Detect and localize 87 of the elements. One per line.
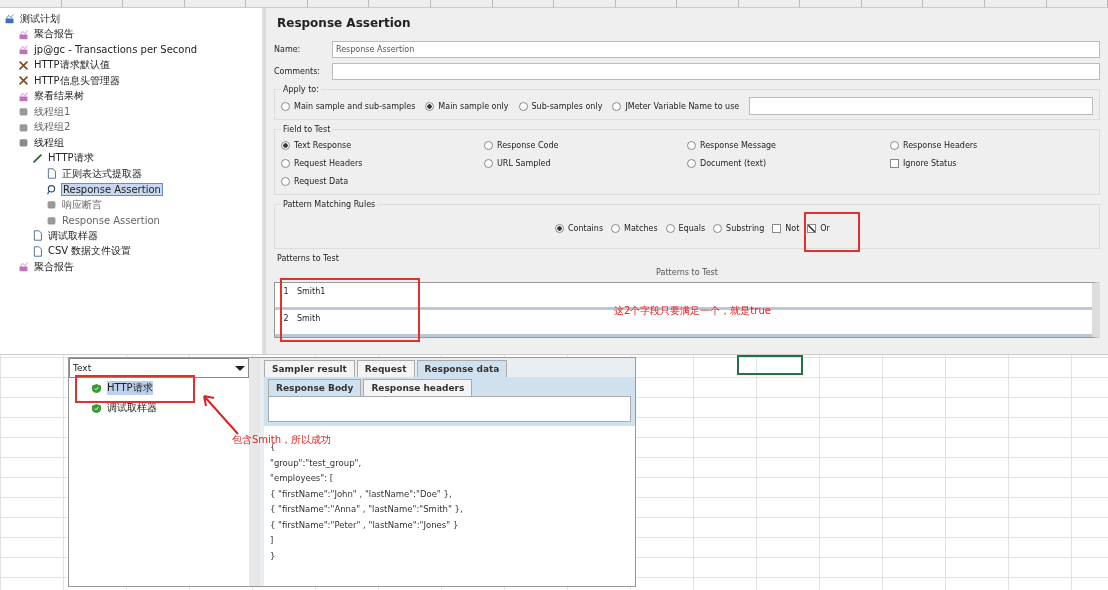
tree-item[interactable]: 察看结果树 bbox=[33, 89, 85, 104]
renderer-dropdown[interactable]: Text bbox=[69, 358, 249, 378]
tree-item[interactable]: 线程组 bbox=[33, 135, 65, 150]
pen-icon bbox=[32, 152, 43, 164]
comments-label: Comments: bbox=[274, 67, 322, 76]
variable-field[interactable] bbox=[749, 97, 1093, 115]
chart-icon bbox=[18, 90, 29, 102]
radio-option[interactable]: Response Headers bbox=[890, 141, 1093, 150]
arrow-icon bbox=[200, 392, 240, 436]
row-number: 1 bbox=[282, 286, 290, 298]
table-cell-text: Smith1 bbox=[297, 286, 326, 298]
radio-option[interactable]: Request Data bbox=[281, 177, 484, 186]
code-line: { "firstName":"John" , "lastName":"Doe" }, bbox=[270, 488, 453, 501]
radio-option[interactable]: Response Code bbox=[484, 141, 687, 150]
tree-item[interactable]: 正则表达式提取器 bbox=[61, 166, 143, 181]
tree-item[interactable]: CSV 数据文件设置 bbox=[47, 244, 133, 259]
tree-item[interactable]: Response Assertion bbox=[61, 182, 163, 196]
tab[interactable]: Request bbox=[356, 360, 415, 377]
shield-icon bbox=[91, 402, 102, 414]
tree-item[interactable]: HTTP请求 bbox=[47, 151, 95, 166]
radio-option[interactable]: Contains bbox=[555, 224, 604, 233]
magnifier-icon bbox=[46, 183, 57, 195]
cross-icon bbox=[18, 59, 29, 71]
block-icon bbox=[18, 121, 29, 133]
code-line: { "firstName":"Peter" , "lastName":"Jones" } bbox=[270, 519, 460, 532]
code-line: { bbox=[270, 442, 276, 454]
document-icon bbox=[46, 168, 57, 180]
radio-option[interactable]: Sub-samples only bbox=[518, 101, 603, 111]
document-icon bbox=[32, 230, 43, 242]
radio-option[interactable]: Main sample only bbox=[425, 101, 509, 111]
tree-item[interactable]: 聚合报告 bbox=[33, 27, 75, 42]
tree-item[interactable]: jp@gc - Transactions per Second bbox=[33, 44, 199, 56]
radio-option[interactable]: Response Message bbox=[687, 141, 890, 150]
radio-option[interactable]: Matches bbox=[611, 224, 658, 233]
cross-icon bbox=[18, 75, 29, 87]
radio-option[interactable]: JMeter Variable Name to use bbox=[612, 101, 740, 111]
panel-title: Response Assertion bbox=[276, 15, 412, 32]
tree-item[interactable]: 测试计划 bbox=[19, 11, 61, 26]
radio-option[interactable]: Main sample and sub-samples bbox=[281, 101, 416, 111]
row-number: 2 bbox=[282, 313, 290, 325]
radio-option[interactable]: Document (text) bbox=[687, 159, 890, 168]
name-field[interactable]: Response Assertion bbox=[332, 41, 1100, 58]
chart-icon bbox=[4, 13, 15, 25]
radio-option[interactable]: URL Sampled bbox=[484, 159, 687, 168]
code-line: "employees": [ bbox=[270, 473, 335, 485]
radio-option[interactable]: Request Headers bbox=[281, 159, 484, 168]
tree-item[interactable]: HTTP信息头管理器 bbox=[33, 73, 121, 88]
group-title: Field to Test bbox=[282, 125, 332, 134]
chart-icon bbox=[18, 28, 29, 40]
highlight-box bbox=[804, 212, 860, 252]
result-item[interactable]: HTTP请求 bbox=[107, 381, 153, 395]
block-icon bbox=[46, 214, 57, 226]
code-line: "group":"test_group", bbox=[270, 457, 363, 470]
block-icon bbox=[46, 199, 57, 211]
code-line: { "firstName":"Anna" , "lastName":"Smith" }, bbox=[270, 504, 464, 516]
tab[interactable]: Response data bbox=[416, 360, 508, 377]
radio-option[interactable]: Equals bbox=[665, 224, 706, 233]
annotation: 这2个字段只要满足一个，就是true bbox=[614, 304, 771, 318]
table-cell-text: Smith bbox=[297, 313, 321, 325]
tab[interactable]: Response headers bbox=[363, 379, 473, 396]
column-header: Patterns to Test bbox=[655, 268, 719, 277]
tab[interactable]: Sampler result bbox=[264, 360, 355, 377]
search-field[interactable] bbox=[268, 396, 631, 422]
selected-cell[interactable] bbox=[737, 355, 803, 375]
chart-icon bbox=[18, 261, 29, 273]
group-title: Pattern Matching Rules bbox=[282, 200, 377, 209]
block-icon bbox=[18, 106, 29, 118]
radio-option[interactable]: Text Response bbox=[281, 141, 484, 150]
result-item[interactable]: 调试取样器 bbox=[107, 401, 157, 415]
tree-item[interactable]: HTTP请求默认值 bbox=[33, 58, 111, 73]
checkbox-option[interactable]: Or bbox=[807, 224, 830, 233]
code-line: ] bbox=[270, 535, 275, 547]
radio-option[interactable]: Substring bbox=[713, 224, 765, 233]
tree-item[interactable]: 聚合报告 bbox=[33, 259, 75, 274]
checkbox-option[interactable]: Ignore Status bbox=[890, 159, 1093, 168]
document-icon bbox=[32, 245, 43, 257]
code-line: } bbox=[270, 550, 277, 563]
checkbox-option[interactable]: Not bbox=[772, 224, 800, 233]
group-title: Patterns to Test bbox=[276, 254, 340, 263]
block-icon bbox=[18, 137, 29, 149]
name-label: Name: bbox=[274, 45, 302, 54]
tab[interactable]: Response Body bbox=[268, 379, 362, 396]
tree-item[interactable]: 调试取样器 bbox=[47, 228, 99, 243]
comments-field[interactable] bbox=[332, 63, 1100, 80]
chart-icon bbox=[18, 44, 29, 56]
shield-icon bbox=[91, 382, 102, 394]
group-title: Apply to: bbox=[282, 85, 320, 94]
